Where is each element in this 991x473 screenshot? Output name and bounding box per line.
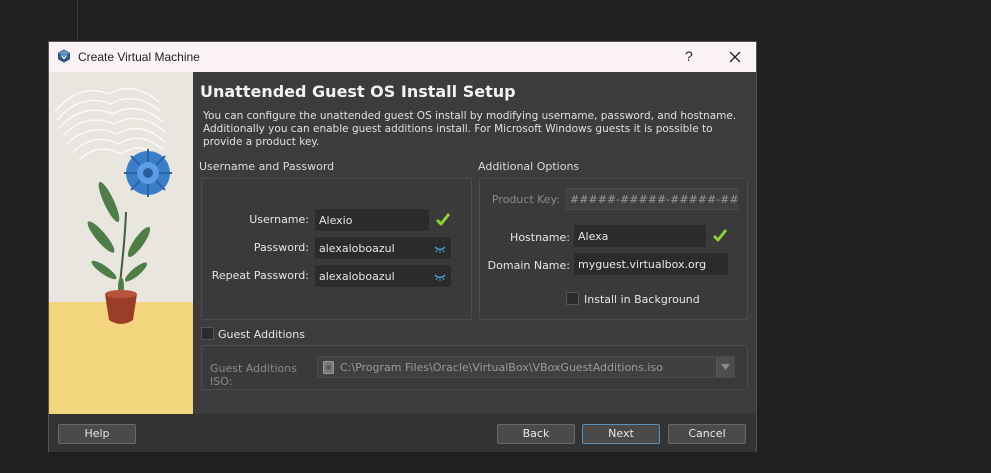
domain-name-label: Domain Name: (487, 259, 570, 272)
guest-additions-iso-path: C:\Program Files\Oracle\VirtualBox\VBoxG… (340, 361, 663, 374)
product-key-field[interactable]: #####-#####-#####-#####-##### (566, 188, 738, 210)
password-field[interactable]: alexaloboazul (315, 237, 451, 259)
next-button[interactable]: Next (582, 424, 660, 444)
repeat-password-label: Repeat Password: (211, 269, 309, 282)
guest-additions-iso-select[interactable]: C:\Program Files\Oracle\VirtualBox\VBoxG… (317, 356, 735, 378)
show-repeat-password-icon[interactable] (434, 273, 446, 281)
cancel-button[interactable]: Cancel (668, 424, 746, 444)
credentials-group: Username: Alexio Password: alexaloboazul… (201, 178, 472, 320)
username-field[interactable]: Alexio (315, 209, 429, 231)
help-button-label: Help (84, 427, 110, 440)
wizard-content: Unattended Guest OS Install Setup You ca… (193, 72, 756, 414)
title-bar: Create Virtual Machine ? (49, 42, 756, 72)
password-label: Password: (253, 241, 309, 254)
guest-additions-checkbox[interactable] (201, 327, 214, 340)
username-valid-icon (435, 213, 451, 226)
repeat-password-value: alexaloboazul (319, 270, 395, 283)
username-label: Username: (249, 213, 309, 226)
close-icon[interactable] (724, 47, 746, 67)
options-group: Product Key: #####-#####-#####-#####-###… (479, 178, 748, 320)
virtualbox-icon (58, 49, 70, 63)
guest-additions-group: Guest Additions ISO: C:\Program Files\Or… (201, 345, 748, 390)
options-section-label: Additional Options (478, 160, 580, 173)
product-key-label: Product Key: (491, 193, 560, 206)
hostname-label: Hostname: (510, 231, 570, 244)
iso-dropdown-button[interactable] (716, 357, 734, 377)
install-background-checkbox[interactable] (566, 292, 579, 305)
background-divider (77, 0, 78, 40)
chevron-down-icon (721, 364, 730, 370)
back-button-label: Back (522, 427, 550, 440)
page-title: Unattended Guest OS Install Setup (200, 82, 516, 101)
hostname-field[interactable]: Alexa (574, 225, 706, 247)
password-value: alexaloboazul (319, 242, 395, 255)
guest-additions-iso-label: Guest Additions ISO: (210, 362, 297, 388)
back-button[interactable]: Back (497, 424, 575, 444)
page-description: You can configure the unattended guest O… (203, 110, 737, 148)
next-button-label: Next (608, 427, 634, 440)
domain-name-field[interactable]: myguest.virtualbox.org (574, 253, 728, 275)
disc-icon (323, 361, 334, 374)
show-password-icon[interactable] (434, 245, 446, 253)
title-help-button[interactable]: ? (685, 48, 693, 64)
hostname-valid-icon (712, 229, 728, 242)
install-background-label: Install in Background (584, 293, 700, 306)
cancel-button-label: Cancel (688, 427, 726, 440)
create-vm-dialog: Create Virtual Machine ? Unattended Gues… (48, 41, 757, 452)
guest-additions-label: Guest Additions (218, 328, 305, 341)
window-title: Create Virtual Machine (78, 50, 200, 64)
dialog-footer: Help Back Next Cancel (49, 414, 756, 452)
help-button[interactable]: Help (58, 424, 136, 444)
credentials-section-label: Username and Password (199, 160, 335, 173)
repeat-password-field[interactable]: alexaloboazul (315, 265, 451, 287)
wizard-illustration (49, 72, 193, 414)
